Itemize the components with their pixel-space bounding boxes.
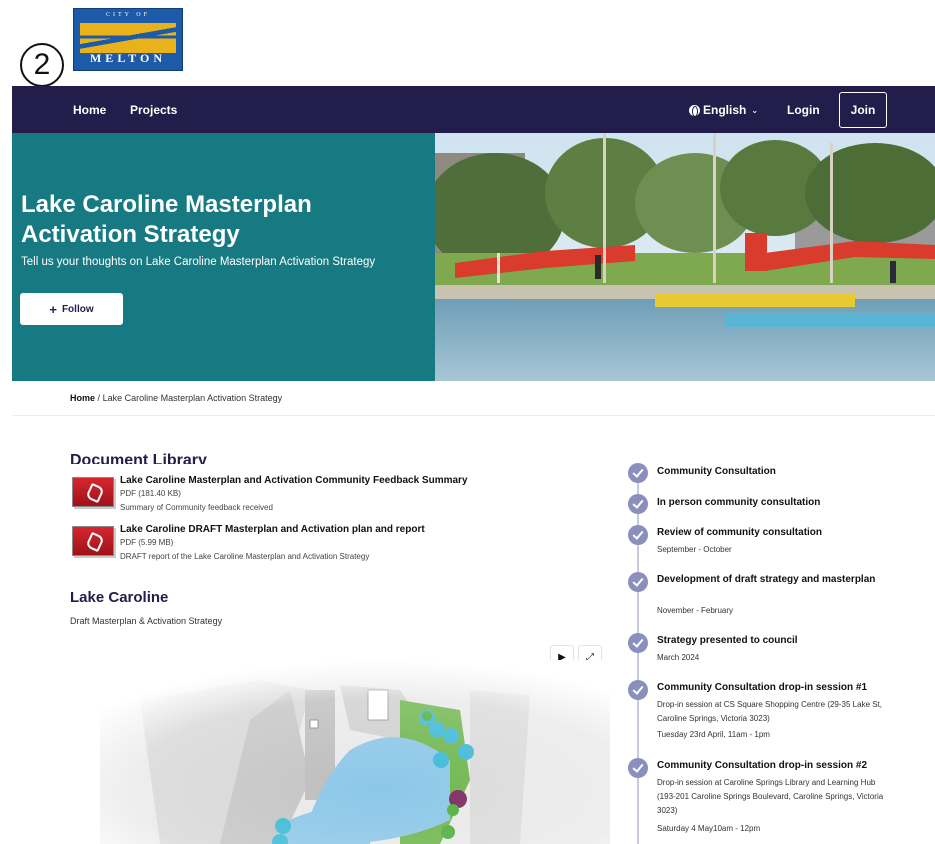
pdf-file-icon — [72, 477, 114, 507]
plus-icon: + — [49, 301, 57, 317]
check-icon — [628, 758, 648, 778]
document-title-link[interactable]: Lake Caroline Masterplan and Activation … — [120, 475, 468, 486]
breadcrumb-current: Lake Caroline Masterplan Activation Stra… — [102, 393, 283, 403]
document-library-heading: Document Library — [70, 452, 207, 464]
timeline-title: Development of draft strategy and master… — [657, 574, 876, 585]
chevron-down-icon: ⌄ — [751, 105, 759, 115]
timeline-location: Drop-in session at CS Square Shopping Ce… — [657, 700, 883, 723]
breadcrumb-home-link[interactable]: Home — [70, 393, 95, 403]
document-file-size: PDF (181.40 KB) — [120, 489, 181, 498]
breadcrumb-divider — [12, 415, 935, 416]
document-title-link[interactable]: Lake Caroline DRAFT Masterplan and Activ… — [120, 524, 425, 535]
timeline-title: Strategy presented to council — [657, 635, 798, 646]
timeline-date: September - October — [657, 545, 732, 554]
page-title: Lake Caroline Masterplan Activation Stra… — [21, 191, 312, 248]
login-link[interactable]: Login — [787, 103, 820, 117]
breadcrumb-separator: / — [97, 393, 101, 403]
step-number-badge: 2 — [20, 43, 64, 87]
lake-caroline-photo — [435, 133, 935, 381]
timeline-title: In person community consultation — [657, 497, 821, 508]
language-label: English — [703, 103, 747, 117]
hero-banner: Lake Caroline Masterplan Activation Stra… — [12, 133, 935, 381]
timeline-title: Community Consultation drop-in session #… — [657, 760, 868, 771]
check-icon — [628, 572, 648, 592]
top-navbar: Home Projects English ⌄ Login Join — [12, 86, 935, 133]
timeline-title: Community Consultation drop-in session #… — [657, 682, 868, 693]
nav-home-link[interactable]: Home — [73, 103, 106, 117]
timeline-date: March 2024 — [657, 653, 700, 662]
join-button[interactable]: Join — [839, 92, 887, 128]
masterplan-map-illustration — [100, 660, 610, 844]
check-icon — [628, 463, 648, 483]
check-icon — [628, 633, 648, 653]
pdf-file-icon — [72, 526, 114, 556]
page-subtitle: Tell us your thoughts on Lake Caroline M… — [21, 256, 376, 268]
globe-icon — [689, 104, 700, 117]
check-icon — [628, 680, 648, 700]
timeline-location: Drop-in session at Caroline Springs Libr… — [657, 778, 884, 815]
timeline-date: Tuesday 23rd April, 11am - 1pm — [657, 730, 770, 739]
follow-label: Follow — [61, 303, 94, 315]
nav-projects-link[interactable]: Projects — [130, 103, 177, 117]
masterplan-map-image[interactable] — [100, 660, 610, 844]
language-selector[interactable]: English ⌄ — [689, 103, 758, 117]
lake-photo-illustration — [435, 133, 935, 381]
timeline-date: Saturday 4 May10am - 12pm — [657, 824, 761, 833]
document-description: Summary of Community feedback received — [120, 503, 273, 512]
logo-graphic — [80, 23, 176, 53]
breadcrumb: Home / Lake Caroline Masterplan Activati… — [70, 393, 282, 403]
follow-button[interactable]: + Follow — [20, 293, 123, 325]
lake-caroline-heading: Lake Caroline — [70, 589, 169, 606]
document-file-size: PDF (5.99 MB) — [120, 538, 174, 547]
check-icon — [628, 494, 648, 514]
timeline-date: November - February — [657, 606, 734, 615]
timeline-title: Community Consultation — [657, 466, 776, 477]
document-description: DRAFT report of the Lake Caroline Master… — [120, 552, 370, 561]
city-of-melton-logo[interactable]: CITY OF MELTON — [73, 8, 183, 71]
hero-panel: Lake Caroline Masterplan Activation Stra… — [12, 133, 435, 381]
lake-caroline-subheading: Draft Masterplan & Activation Strategy — [70, 616, 223, 626]
logo-name: MELTON — [89, 51, 167, 65]
timeline-title: Review of community consultation — [657, 527, 823, 538]
check-icon — [628, 525, 648, 545]
logo-top-text: CITY OF — [106, 12, 150, 18]
